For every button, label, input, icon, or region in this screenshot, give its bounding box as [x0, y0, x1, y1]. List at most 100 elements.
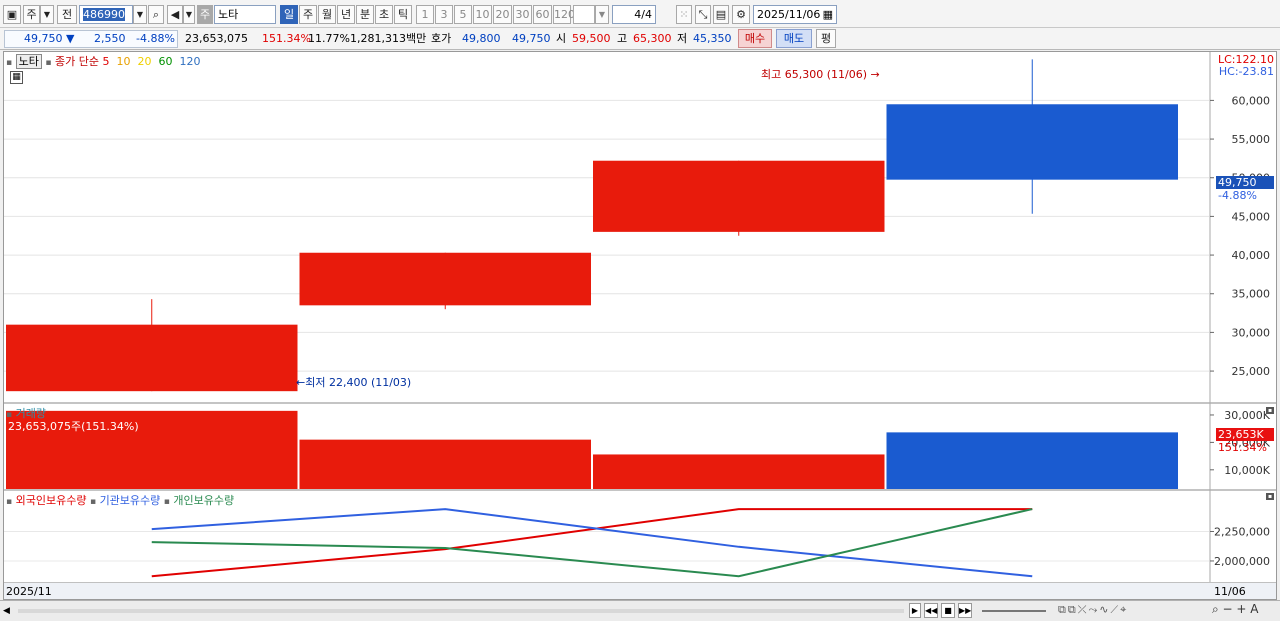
drawing-tools-icon[interactable]: ⧉⧉⤫⤳∿⟋⌖: [1058, 603, 1128, 617]
high-annotation-text: 최고 65,300 (11/06): [761, 68, 868, 81]
gear-icon[interactable]: ⚙: [732, 5, 750, 24]
interval-30[interactable]: 30: [513, 5, 532, 24]
stop-icon[interactable]: ■: [941, 603, 955, 618]
holdings-line-layer: [151, 508, 1033, 578]
chevron-down-icon[interactable]: ▼: [40, 5, 54, 24]
calendar-icon[interactable]: ▦: [823, 6, 836, 23]
period-select[interactable]: 주: [23, 5, 40, 24]
holdings-tick-label: 2,000,000: [1214, 555, 1270, 568]
maximize-icon[interactable]: ▪: [1266, 493, 1274, 500]
legend-ma-120[interactable]: 120: [179, 55, 200, 68]
candle-body: [593, 160, 885, 232]
tab-month[interactable]: 월: [318, 5, 336, 24]
low-label: 저: [677, 32, 688, 45]
scroll-left-icon[interactable]: ◀: [3, 604, 15, 618]
code-input[interactable]: 486990: [79, 5, 133, 24]
grid-toggle-icon[interactable]: ▦: [10, 71, 23, 84]
tab-tick[interactable]: 틱: [394, 5, 412, 24]
high-label: 고: [617, 32, 628, 45]
stock-name-input[interactable]: 노타: [214, 5, 276, 24]
legend-individual-holdings[interactable]: 개인보유수량: [173, 494, 234, 507]
main-label[interactable]: 주: [197, 5, 213, 24]
legend-institution-holdings[interactable]: 기관보유수량: [100, 494, 161, 507]
volume-tick-label: 30,000K: [1224, 409, 1270, 422]
open-label: 시: [556, 32, 567, 45]
legend-ma-10[interactable]: 10: [116, 55, 130, 68]
price-legend: ▪ 노타 ▪ 종가 단순 5 10 20 60 120: [6, 53, 200, 69]
price-tick-label: 40,000: [1232, 249, 1271, 262]
holdings-series-line-1: [151, 508, 1033, 578]
save-icon[interactable]: ▤: [713, 5, 729, 24]
interval-20[interactable]: 20: [493, 5, 512, 24]
holdings-tick-label: 2,250,000: [1214, 525, 1270, 538]
right-arrow-icon: →: [870, 68, 880, 81]
legend-marker-icon: ▪: [45, 58, 52, 68]
buy-button[interactable]: 매수: [738, 29, 772, 48]
search-icon[interactable]: ⌕: [148, 5, 164, 24]
price-tick-label: 60,000: [1232, 94, 1271, 107]
candle-body: [299, 252, 591, 306]
dots-icon[interactable]: ⁙: [676, 5, 692, 24]
page-total: /4: [641, 8, 652, 21]
candle-layer: [6, 59, 1178, 392]
volume-ratio: 151.34%: [262, 32, 311, 45]
interval-60[interactable]: 60: [533, 5, 552, 24]
custom-interval-dropdown-icon[interactable]: ▼: [595, 5, 609, 24]
chart-canvas[interactable]: 60,00055,00050,00045,00040,00035,00030,0…: [4, 52, 1276, 599]
legend-ma-60[interactable]: 60: [158, 55, 172, 68]
interval-120[interactable]: 120: [553, 5, 575, 24]
tab-day[interactable]: 일: [280, 5, 298, 24]
fast-forward-icon[interactable]: ▶▶: [958, 603, 972, 618]
play-icon[interactable]: ▶: [909, 603, 921, 618]
legend-stock-name[interactable]: 노타: [15, 54, 42, 69]
interval-10[interactable]: 10: [473, 5, 492, 24]
low-price: 45,350: [693, 32, 732, 45]
page-counter[interactable]: 4/4: [612, 5, 656, 24]
zoom-slider[interactable]: [982, 610, 1046, 612]
price-change: 2,550: [94, 32, 126, 45]
eval-button[interactable]: 평: [816, 29, 836, 48]
interval-1[interactable]: 1: [416, 5, 434, 24]
maximize-icon[interactable]: ▪: [1266, 407, 1274, 414]
price-tick-label: 30,000: [1232, 326, 1271, 339]
legend-ma-20[interactable]: 20: [137, 55, 151, 68]
speaker-icon[interactable]: ◀: [167, 5, 183, 24]
quote-bar: 49,750 ▼ 2,550 -4.88% 23,653,075 151.34%…: [0, 28, 1280, 50]
legend-foreign-holdings[interactable]: 외국인보유수량: [16, 494, 87, 507]
ask-price: 49,750: [512, 32, 551, 45]
date-axis-end: 11/06: [1214, 585, 1246, 598]
turnover: 11.77%: [308, 32, 350, 45]
legend-ma-5[interactable]: 5: [102, 55, 109, 68]
tab-year[interactable]: 년: [337, 5, 355, 24]
scrollbar-track[interactable]: [18, 609, 904, 613]
last-volume-pct: 151.34%: [1218, 441, 1267, 454]
legend-marker-icon: ▪: [6, 58, 13, 68]
low-annotation: ←최저 22,400 (11/03): [296, 374, 411, 390]
chart-frame: 60,00055,00050,00045,00040,00035,00030,0…: [3, 51, 1277, 600]
bid-price: 49,800: [462, 32, 501, 45]
code-dropdown-icon[interactable]: ▼: [133, 5, 147, 24]
sell-button[interactable]: 매도: [776, 29, 812, 48]
period-label: 주: [26, 8, 37, 21]
window-icon[interactable]: ▣: [3, 5, 21, 24]
code-value: 486990: [83, 8, 125, 21]
volume-layer: [6, 410, 1178, 489]
date-input[interactable]: 2025/11/06 ▦: [753, 5, 837, 24]
volume: 23,653,075: [185, 32, 248, 45]
left-arrow-icon: ←: [296, 376, 306, 389]
tab-minute[interactable]: 분: [356, 5, 374, 24]
price-change-pct: -4.88%: [136, 32, 175, 45]
interval-5[interactable]: 5: [454, 5, 472, 24]
rewind-icon[interactable]: ◀◀: [924, 603, 938, 618]
candle-body: [886, 104, 1178, 180]
speaker-dropdown-icon[interactable]: ▼: [183, 5, 195, 24]
tab-week[interactable]: 주: [299, 5, 317, 24]
zoom-tools-icon[interactable]: ⌕ − + A: [1212, 602, 1258, 617]
legend-close-ma[interactable]: 종가 단순: [55, 55, 99, 68]
axis-layer: 60,00055,00050,00045,00040,00035,00030,0…: [1210, 94, 1271, 568]
tab-second[interactable]: 초: [375, 5, 393, 24]
crosshair-icon[interactable]: ⤡: [695, 5, 711, 24]
interval-3[interactable]: 3: [435, 5, 453, 24]
custom-interval-input[interactable]: [573, 5, 595, 24]
prev-button[interactable]: 전: [57, 5, 77, 24]
